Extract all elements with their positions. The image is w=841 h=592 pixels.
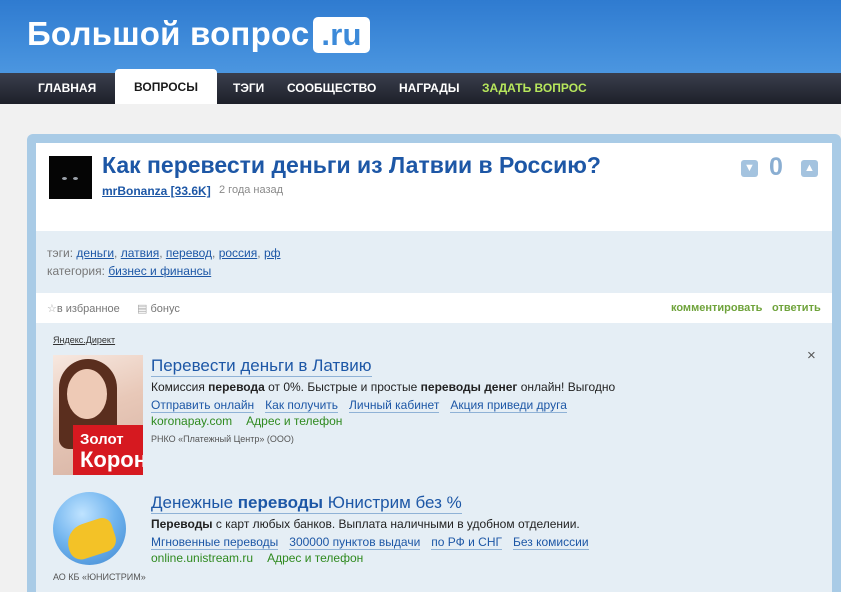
logo-ru-badge: .ru: [313, 17, 370, 53]
question-title[interactable]: Как перевести деньги из Латвии в Россию?: [102, 152, 601, 179]
thumbs-up-icon[interactable]: ▲: [801, 160, 818, 177]
question-time: 2 года назад: [219, 184, 284, 196]
category-link[interactable]: бизнес и финансы: [108, 264, 211, 278]
main-nav: ГЛАВНАЯ ВОПРОСЫ ТЭГИ СООБЩЕСТВО НАГРАДЫ …: [0, 69, 841, 104]
nav-item-ask-question[interactable]: ЗАДАТЬ ВОПРОС: [482, 73, 587, 104]
logo-main-text: Большой вопрос: [27, 15, 310, 52]
thumbs-down-icon[interactable]: ▼: [741, 160, 758, 177]
site-logo[interactable]: Большой вопрос .ru: [27, 15, 370, 53]
vote-count: 0: [769, 153, 783, 181]
favorite-button[interactable]: ☆в избранное: [47, 302, 120, 315]
ad-sitelink[interactable]: Без комиссии: [512, 535, 589, 550]
ad-title[interactable]: Перевести деньги в Латвию: [151, 356, 372, 377]
tag-link[interactable]: перевод: [166, 246, 212, 260]
ad-sitelink[interactable]: Акция приведи друга: [450, 398, 567, 413]
comment-button[interactable]: комментировать: [671, 302, 762, 314]
tag-link[interactable]: россия: [219, 246, 258, 260]
ad-address-link[interactable]: Адрес и телефон: [246, 414, 342, 428]
ad-title[interactable]: Денежные переводы Юнистрим без %: [151, 493, 462, 514]
answer-button[interactable]: ответить: [772, 302, 821, 314]
nav-item-questions[interactable]: ВОПРОСЫ: [115, 69, 217, 104]
ad-legal: АО КБ «ЮНИСТРИМ»: [53, 572, 146, 582]
ad-sitelinks: Отправить онлайн Как получить Личный кабин…: [151, 398, 578, 413]
ad-address-link[interactable]: Адрес и телефон: [267, 551, 363, 565]
ad-image[interactable]: Золот Корон: [53, 355, 143, 475]
close-icon[interactable]: ×: [807, 347, 816, 364]
ad-url[interactable]: online.unistream.ru: [151, 551, 253, 565]
ad-sitelink[interactable]: 300000 пунктов выдачи: [289, 535, 421, 550]
star-icon: ☆: [47, 303, 57, 315]
nav-item-awards[interactable]: НАГРАДЫ: [399, 73, 460, 104]
tags-label: тэги:: [47, 246, 74, 260]
avatar-eye-left: [62, 177, 67, 180]
question-author[interactable]: mrBonanza [33.6K]: [102, 184, 211, 198]
ad-url-line: online.unistream.ru Адрес и телефон: [151, 551, 363, 565]
ad-text: Переводы с карт любых банков. Выплата на…: [151, 517, 580, 531]
bonus-button[interactable]: ▤ бонус: [137, 302, 180, 315]
nav-item-community[interactable]: СООБЩЕСТВО: [287, 73, 376, 104]
ad-image[interactable]: [53, 492, 126, 565]
site-header: Большой вопрос .ru: [0, 0, 841, 73]
ad-sitelink[interactable]: Как получить: [265, 398, 339, 413]
question-meta: [36, 231, 832, 293]
avatar[interactable]: [49, 156, 92, 199]
avatar-eye-right: [73, 177, 78, 180]
tag-link[interactable]: деньги: [76, 246, 114, 260]
tag-link[interactable]: латвия: [121, 246, 159, 260]
ad-sitelink[interactable]: Мгновенные переводы: [151, 535, 279, 550]
ad-url[interactable]: koronapay.com: [151, 414, 232, 428]
ad-sitelink[interactable]: Личный кабинет: [349, 398, 440, 413]
ad-text: Комиссия перевода от 0%. Быстрые и прост…: [151, 380, 616, 394]
ad-legal: РНКО «Платежный Центр» (ООО): [151, 434, 294, 444]
ad-sitelink[interactable]: Отправить онлайн: [151, 398, 255, 413]
bonus-icon: ▤: [137, 303, 151, 315]
ad-image-text: Золот: [80, 431, 124, 448]
nav-item-tags[interactable]: ТЭГИ: [233, 73, 264, 104]
category-label: категория:: [47, 264, 105, 278]
category-line: категория: бизнес и финансы: [47, 264, 211, 278]
ad-sitelink[interactable]: по РФ и СНГ: [431, 535, 502, 550]
ad-sitelinks: Мгновенные переводы 300000 пунктов выдачи…: [151, 535, 600, 550]
tag-link[interactable]: рф: [264, 246, 281, 260]
ad-url-line: koronapay.com Адрес и телефон: [151, 414, 342, 428]
tags-line: тэги: деньги, латвия, перевод, россия, р…: [47, 246, 281, 260]
ad-source-link[interactable]: Яндекс.Директ: [53, 335, 115, 345]
ad-image-text: Корон: [80, 447, 143, 472]
nav-item-home[interactable]: ГЛАВНАЯ: [38, 73, 96, 104]
